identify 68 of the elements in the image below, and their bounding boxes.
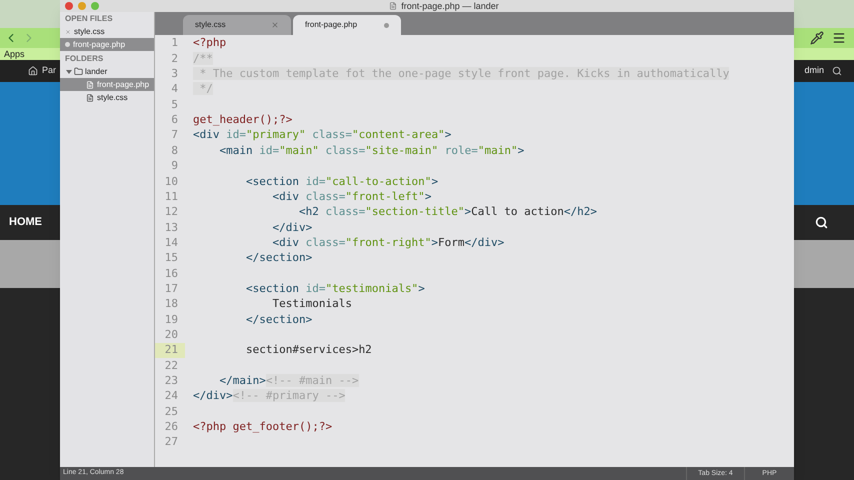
user-link[interactable]: dmin: [804, 64, 824, 78]
code-line: <main id="main" class="site-main" role="main">: [218, 142, 524, 159]
home-icon[interactable]: [28, 66, 38, 76]
menu-icon[interactable]: [832, 31, 846, 45]
line-number: 14: [164, 235, 179, 251]
line-number: 21: [155, 342, 185, 358]
close-button[interactable]: [65, 2, 73, 10]
code-line: </section>: [244, 250, 312, 266]
line-number: 10: [164, 174, 179, 190]
line-number: 7: [170, 128, 179, 144]
eyedropper-icon[interactable]: [810, 31, 824, 45]
folder-item[interactable]: lander: [60, 65, 154, 78]
code-line: Testimonials: [271, 296, 352, 312]
line-number: 5: [170, 97, 179, 113]
line-number: 18: [164, 296, 179, 312]
site-link[interactable]: Par: [42, 64, 56, 78]
folder-icon: [74, 67, 83, 76]
nav-link[interactable]: HOME: [9, 214, 42, 231]
code-line: section#services>h2: [244, 342, 372, 358]
line-number: 3: [170, 66, 179, 82]
code-line: <div id="primary" class="content-area">: [192, 127, 452, 144]
line-number: 24: [164, 388, 179, 404]
line-number: 8: [170, 143, 179, 159]
line-number: 23: [164, 374, 179, 389]
bookmark-link[interactable]: Apps: [4, 50, 25, 58]
line-number: 17: [164, 282, 179, 297]
line-number: 1: [170, 36, 179, 52]
search-icon[interactable]: [832, 66, 842, 76]
line-number: 11: [164, 189, 179, 205]
line-number: 19: [164, 312, 179, 328]
open-file-item[interactable]: style.css: [60, 25, 154, 38]
code-line: </div>: [271, 220, 312, 236]
line-number: 20: [164, 328, 179, 343]
code-line: <?php: [192, 35, 226, 52]
line-number: 25: [164, 404, 179, 420]
code-line: <div class="front-left">: [271, 188, 432, 205]
close-icon[interactable]: [65, 28, 71, 34]
editor-tab[interactable]: front-page.php: [293, 15, 401, 35]
close-icon[interactable]: [271, 21, 279, 29]
code-line: <h2 class="section-title">Call to action</h2>: [298, 204, 598, 220]
line-number: 12: [164, 204, 179, 220]
file-icon: [86, 94, 94, 102]
line-number: 9: [170, 158, 179, 174]
section-label: OPEN FILES: [64, 13, 114, 25]
code-line: </div><!-- #primary -->: [192, 388, 346, 404]
file-item[interactable]: style.css: [60, 91, 154, 104]
section-label: FOLDERS: [64, 53, 104, 65]
line-number: 16: [164, 266, 179, 282]
line-number: 26: [164, 420, 179, 435]
code-line: get_header();?>: [192, 112, 292, 128]
code-line: <section id="testimonials">: [244, 280, 425, 297]
code-line: </main><!-- #main -->: [218, 372, 359, 389]
editor-tab[interactable]: style.css: [183, 15, 291, 35]
disclosure-triangle-icon[interactable]: [66, 68, 72, 74]
window-title: front-page.php — lander: [401, 2, 499, 10]
file-icon: [86, 80, 94, 88]
code-line: <div class="front-right">Form</div>: [271, 234, 504, 251]
line-number: 22: [164, 358, 179, 374]
line-number: 27: [164, 434, 179, 450]
code-line: </section>: [244, 312, 312, 328]
line-number: 13: [164, 220, 179, 236]
code-line: <?php get_footer();?>: [192, 419, 332, 436]
line-number: 4: [170, 82, 179, 98]
code-line: <section id="call-to-action">: [244, 174, 438, 190]
line-number: 6: [170, 112, 179, 128]
document-icon: [389, 2, 398, 10]
line-number: 2: [170, 51, 179, 67]
line-number: 15: [164, 250, 179, 266]
